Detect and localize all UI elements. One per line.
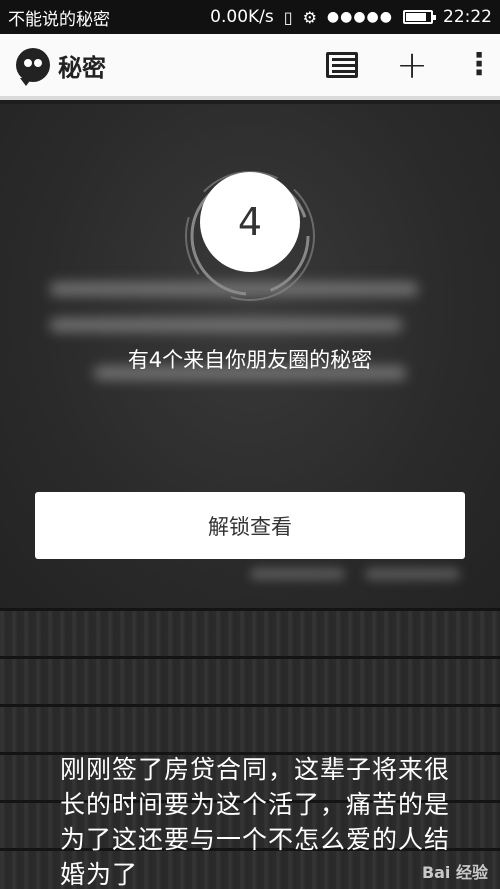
secret-count-message: 有4个来自你朋友圈的秘密 xyxy=(127,348,373,372)
signal-icon: ●●●●● xyxy=(326,9,393,25)
inbox-button[interactable] xyxy=(324,52,360,78)
app-bar: 秘密 + ⋮ xyxy=(0,34,500,100)
unlock-button[interactable]: 解锁查看 xyxy=(35,492,465,559)
network-speed: 0.00K/s xyxy=(210,7,274,27)
app-logo-icon xyxy=(16,48,50,86)
add-button[interactable]: + xyxy=(396,46,428,84)
inbox-icon xyxy=(324,52,360,78)
status-bar: 不能说的秘密 0.00K/s ▯ ⚙ ●●●●● 22:22 xyxy=(0,0,500,34)
app-title: 秘密 xyxy=(58,53,106,82)
clock: 22:22 xyxy=(443,7,492,27)
secret-count-badge: 4 xyxy=(200,172,300,272)
android-icon: ⚙ xyxy=(302,7,317,27)
notification-text: 不能说的秘密 xyxy=(8,9,110,30)
blurred-meta xyxy=(250,560,460,590)
more-options-icon[interactable]: ⋮ xyxy=(464,50,494,80)
status-indicators: 0.00K/s ▯ ⚙ ●●●●● 22:22 xyxy=(210,7,492,27)
vibrate-icon: ▯ xyxy=(283,7,293,27)
feed-secret-text[interactable]: 刚刚签了房贷合同，这辈子将来很长的时间要为这个活了，痛苦的是为了这还要与一个不怎… xyxy=(60,752,460,889)
watermark: Bai 经验 xyxy=(421,863,488,882)
battery-icon xyxy=(403,10,436,24)
